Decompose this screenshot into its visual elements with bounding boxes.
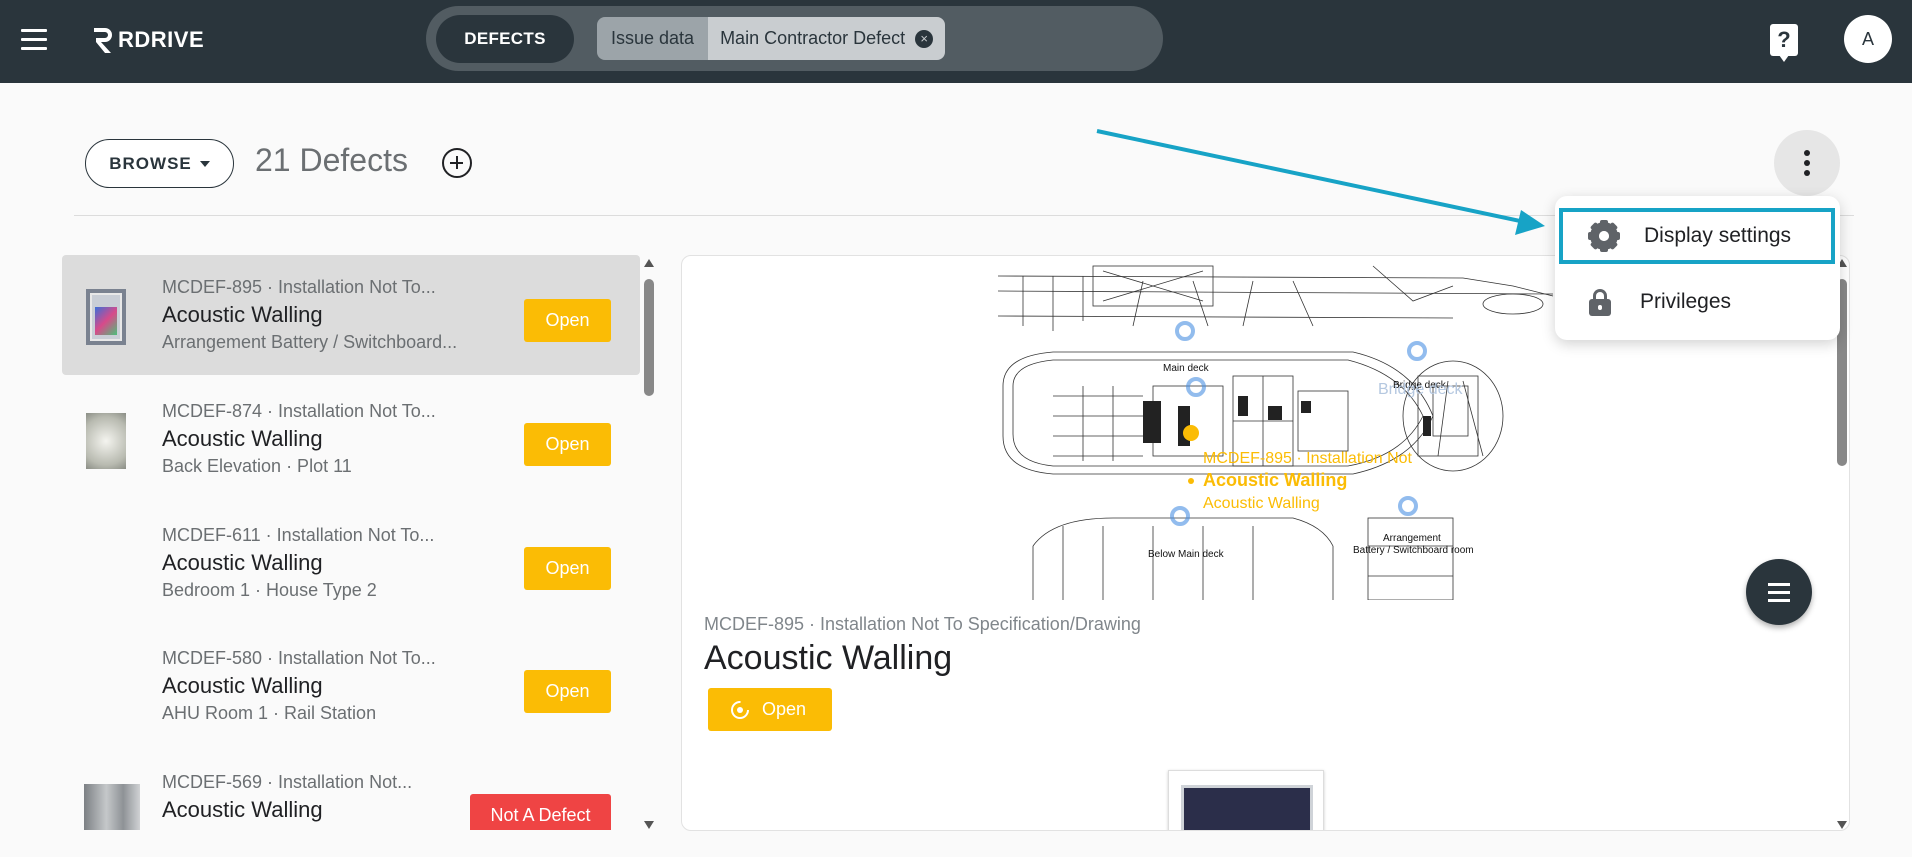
logo-text: RDRIVE	[118, 27, 205, 52]
hamburger-menu-icon[interactable]	[18, 27, 52, 53]
chevron-down-icon	[199, 160, 210, 167]
avatar[interactable]: A	[1844, 15, 1892, 63]
pin-sub-label: Acoustic Walling	[1203, 495, 1320, 512]
scroll-up-icon[interactable]	[644, 259, 654, 267]
help-icon[interactable]: ?	[1770, 24, 1798, 62]
defect-location: AHU Room 1 · Rail Station	[162, 703, 377, 723]
defect-code: MCDEF-569 · Installation Not...	[162, 772, 413, 792]
filter-bar[interactable]: DEFECTS Issue data Main Contractor Defec…	[426, 6, 1163, 71]
tab-defects[interactable]: DEFECTS	[436, 15, 574, 63]
defect-location: Arrangement Battery / Switchboard...	[162, 332, 458, 352]
defect-thumbnail	[86, 289, 126, 345]
defect-detail-panel: Main deck Bridge deck Below Main deck Ar…	[681, 255, 1850, 831]
list-item[interactable]: MCDEF-895 · Installation Not To... Acous…	[62, 255, 640, 375]
filter-chip-key: Issue data	[597, 17, 709, 60]
defect-location: Back Elevation · Plot 11	[162, 456, 352, 476]
drawing-label: Below Main deck	[1148, 549, 1225, 560]
close-icon[interactable]: ×	[915, 29, 934, 48]
defect-code: MCDEF-874 · Installation Not To...	[162, 401, 436, 421]
menu-item-display-settings[interactable]: Display settings	[1559, 208, 1835, 264]
lock-icon	[1586, 288, 1614, 316]
defect-location: Bedroom 1 · House Type 2	[162, 580, 377, 600]
filter-chip-value: Main Contractor Defect	[720, 28, 906, 48]
defect-list[interactable]: MCDEF-895 · Installation Not To... Acous…	[62, 255, 640, 830]
defect-title: Acoustic Walling	[162, 550, 323, 575]
detail-title: Acoustic Walling	[704, 639, 953, 677]
defect-photo-image	[1181, 785, 1313, 830]
pin-code-label: MCDEF-895 · Installation Not	[1203, 450, 1413, 467]
defect-title: Acoustic Walling	[162, 302, 323, 327]
menu-item-label: Display settings	[1644, 224, 1792, 247]
status-progress-icon	[731, 700, 749, 719]
status-badge[interactable]: Not A Defect	[470, 794, 611, 830]
filter-chip[interactable]: Issue data Main Contractor Defect ×	[597, 17, 946, 60]
detail-status-button[interactable]: Open	[708, 688, 832, 731]
defect-thumbnail	[86, 413, 126, 469]
menu-item-privileges[interactable]: Privileges	[1559, 274, 1835, 330]
list-item[interactable]: MCDEF-580 · Installation Not To... Acous…	[62, 626, 640, 746]
pin-title-label: Acoustic Walling	[1203, 470, 1347, 490]
more-options-icon[interactable]	[1774, 130, 1840, 196]
status-badge[interactable]: Open	[524, 299, 611, 342]
defect-title: Acoustic Walling	[162, 797, 323, 822]
status-badge[interactable]: Open	[524, 423, 611, 466]
detail-status-label: Open	[762, 699, 807, 719]
scroll-down-icon[interactable]	[644, 821, 654, 829]
page-title: 21 Defects	[255, 142, 408, 178]
pin-icon[interactable]	[1183, 425, 1199, 441]
defect-title: Acoustic Walling	[162, 673, 323, 698]
list-item[interactable]: MCDEF-611 · Installation Not To... Acous…	[62, 503, 640, 623]
scroll-down-icon[interactable]	[1837, 821, 1847, 829]
top-app-bar: RDRIVE DEFECTS Issue data Main Contracto…	[0, 0, 1912, 83]
drawing-ghost-label: Bridge deck	[1378, 381, 1463, 398]
add-defect-button[interactable]	[442, 148, 472, 178]
defect-code: MCDEF-611 · Installation Not To...	[162, 525, 435, 545]
browse-button[interactable]: BROWSE	[85, 139, 234, 188]
floor-plan-drawing[interactable]: Main deck Bridge deck Below Main deck Ar…	[993, 256, 1567, 600]
filter-chip-value-wrap: Main Contractor Defect ×	[708, 17, 946, 60]
list-scrollbar[interactable]	[641, 259, 657, 829]
status-badge[interactable]: Open	[524, 670, 611, 713]
browse-button-label: BROWSE	[109, 153, 192, 173]
menu-item-label: Privileges	[1640, 290, 1732, 313]
list-item[interactable]: MCDEF-874 · Installation Not To... Acous…	[62, 379, 640, 499]
drawing-label: Arrangement	[1383, 533, 1441, 544]
defect-title: Acoustic Walling	[162, 426, 323, 451]
drawing-label: Main deck	[1163, 363, 1210, 374]
defect-thumbnail	[84, 784, 140, 830]
detail-scrollbar[interactable]	[1834, 259, 1850, 829]
detail-menu-fab[interactable]	[1746, 559, 1812, 625]
defect-code: MCDEF-580 · Installation Not To...	[162, 648, 436, 668]
gear-icon	[1588, 220, 1620, 252]
app-logo[interactable]: RDRIVE	[90, 22, 204, 58]
status-badge[interactable]: Open	[524, 547, 611, 590]
options-menu: Display settings Privileges	[1555, 196, 1840, 340]
scrollbar-thumb[interactable]	[644, 279, 654, 396]
logo-mark-icon	[94, 28, 112, 53]
ship-plan-svg: Main deck Bridge deck Below Main deck Ar…	[997, 265, 1554, 600]
defect-photo[interactable]	[1168, 770, 1324, 830]
drawing-label: Battery / Switchboard room	[1353, 545, 1474, 556]
list-item[interactable]: MCDEF-569 · Installation Not... Acoustic…	[62, 750, 640, 830]
defect-code: MCDEF-895 · Installation Not To...	[162, 277, 436, 297]
detail-code: MCDEF-895 · Installation Not To Specific…	[704, 614, 1141, 634]
